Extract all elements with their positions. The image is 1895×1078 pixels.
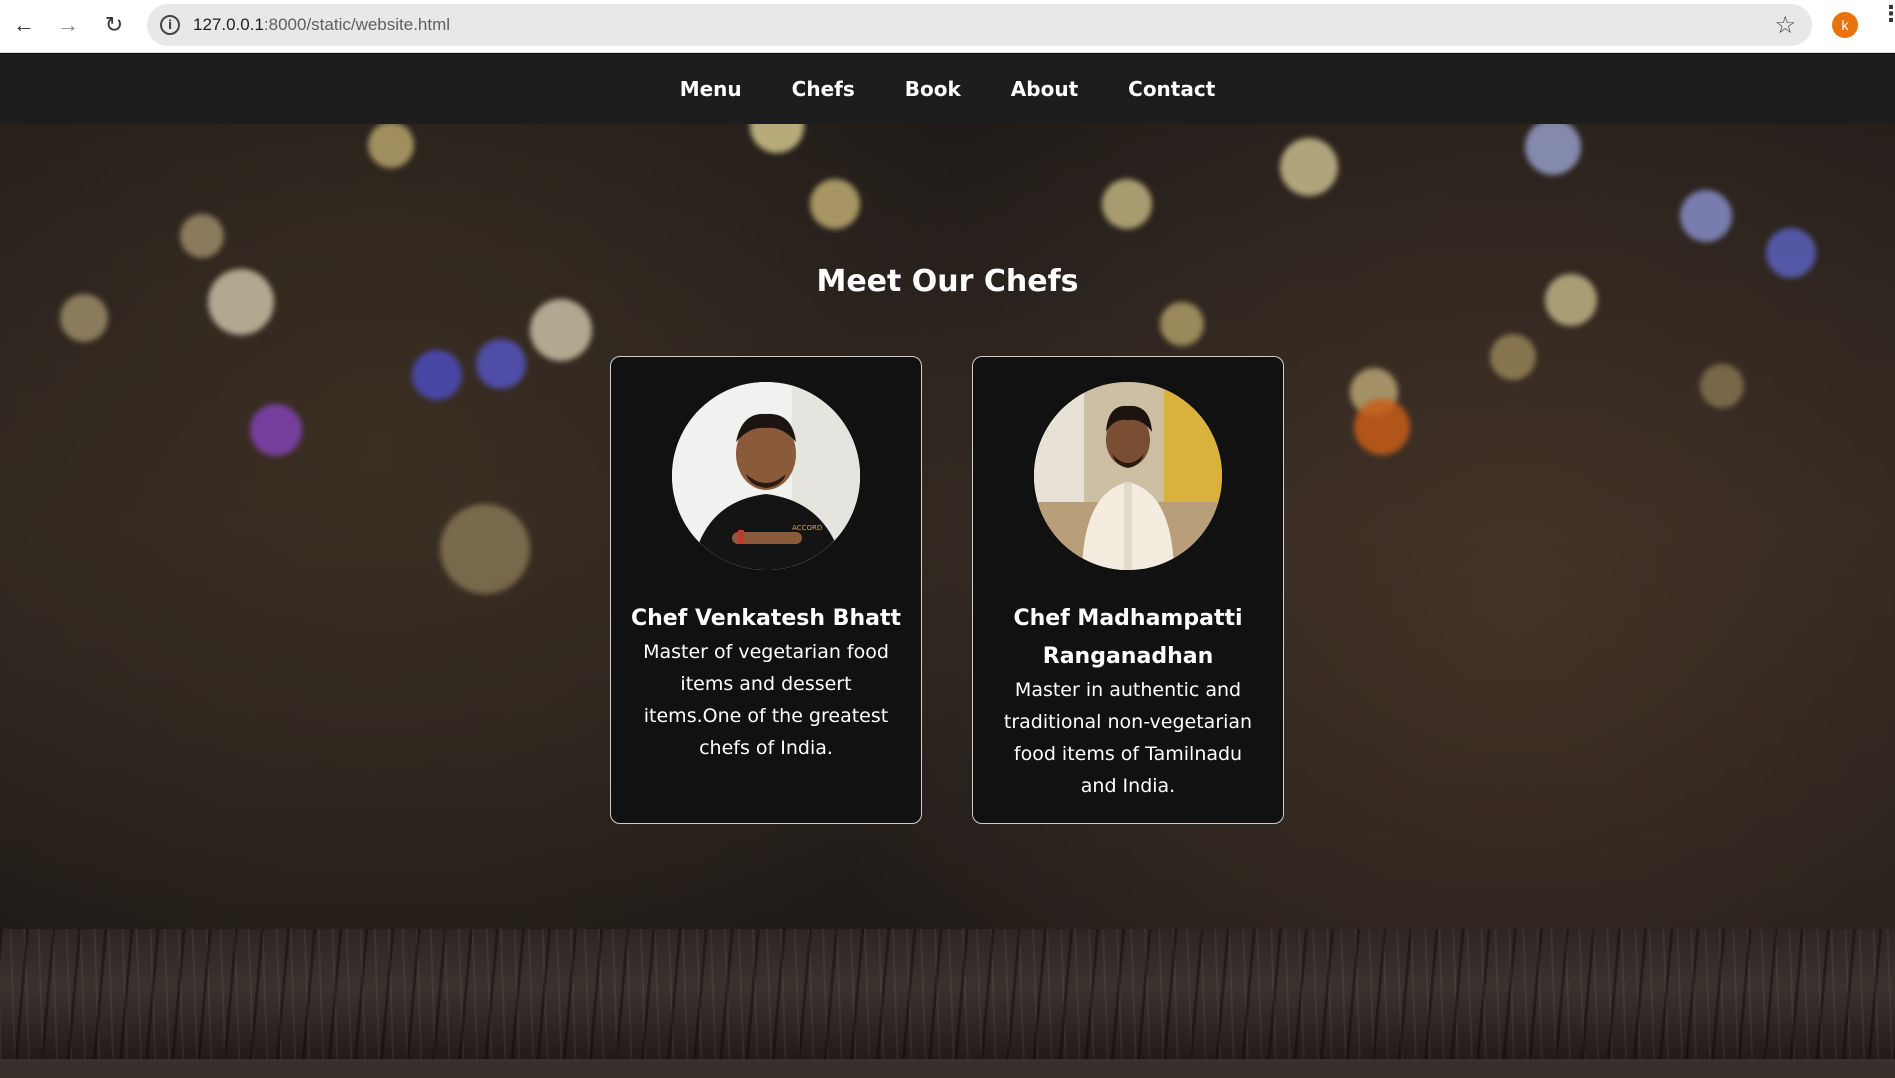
nav-link-menu[interactable]: Menu [680, 77, 742, 101]
chef-description: Master of vegetarian food items and dess… [643, 641, 889, 759]
svg-text:ACCORD: ACCORD [792, 524, 822, 532]
next-section-edge [0, 1059, 1895, 1078]
chef-portrait-icon [1034, 382, 1222, 570]
wood-table-banner [0, 929, 1895, 1059]
hero-overlay [0, 124, 1895, 929]
chef-name: Chef Madhampatti Ranganadhan [1013, 606, 1243, 669]
chef-photo [1034, 382, 1222, 570]
browser-toolbar: ← → ↻ i 127.0.0.1:8000/static/website.ht… [0, 0, 1895, 53]
reload-icon[interactable]: ↻ [98, 9, 130, 41]
url-host: 127.0.0.1 [193, 15, 264, 34]
chef-name: Chef Venkatesh Bhatt [630, 606, 901, 631]
browser-menu-icon[interactable]: ⋮ [1880, 4, 1895, 26]
chef-photo: ACCORD [672, 382, 860, 570]
url-text[interactable]: 127.0.0.1:8000/static/website.html [193, 15, 450, 35]
site-nav: Menu Chefs Book About Contact [0, 54, 1895, 124]
chef-description: Master in authentic and traditional non-… [1003, 679, 1253, 797]
address-bar[interactable]: i 127.0.0.1:8000/static/website.html ☆ [147, 4, 1812, 46]
forward-icon[interactable]: → [52, 9, 84, 41]
chef-card: Chef Madhampatti Ranganadhan Master in a… [972, 356, 1284, 824]
chef-card: ACCORD Chef Venkatesh Bhatt Master of ve… [610, 356, 922, 824]
back-icon[interactable]: ← [8, 9, 40, 41]
nav-link-about[interactable]: About [1011, 77, 1078, 101]
url-path: :8000/static/website.html [263, 15, 451, 34]
nav-link-chefs[interactable]: Chefs [792, 77, 855, 101]
chef-portrait-icon: ACCORD [672, 382, 860, 570]
nav-link-book[interactable]: Book [905, 77, 961, 101]
section-title: Meet Our Chefs [816, 264, 1079, 299]
bookmark-star-icon[interactable]: ☆ [1774, 11, 1796, 40]
chefs-section: Meet Our Chefs ACCORD Chef Venkatesh Bha… [0, 124, 1895, 929]
nav-link-contact[interactable]: Contact [1128, 77, 1215, 101]
site-info-icon[interactable]: i [160, 15, 180, 35]
profile-avatar[interactable]: k [1832, 12, 1858, 38]
